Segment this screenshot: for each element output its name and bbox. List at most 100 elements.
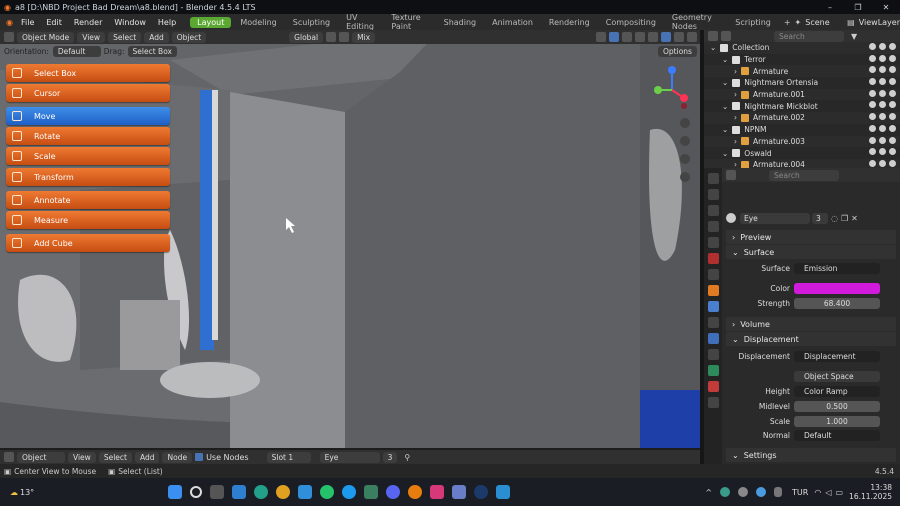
tool-transform[interactable]: Transform [6, 168, 170, 186]
collection-tab-icon[interactable] [707, 269, 719, 280]
height-node-field[interactable]: Color Ramp [794, 386, 880, 397]
object-tab-icon[interactable] [707, 285, 719, 296]
menu-help[interactable]: Help [152, 18, 182, 27]
expand-chevron-icon[interactable]: ⌄ [722, 102, 728, 111]
physics-tab-icon[interactable] [707, 333, 719, 344]
eye-icon[interactable] [879, 136, 886, 144]
properties-editor-icon[interactable] [726, 170, 736, 180]
strength-field[interactable]: 68.400 [794, 298, 880, 309]
camera-icon[interactable] [889, 78, 896, 86]
tool-select-box[interactable]: Select Box [6, 64, 170, 82]
outliner-row[interactable]: › Armature.003 [704, 135, 900, 148]
view-layer-selector[interactable]: ViewLayer [859, 18, 900, 27]
particles-tab-icon[interactable] [707, 317, 719, 328]
node-menu-add[interactable]: Add [134, 451, 160, 463]
surface-shader-field[interactable]: Emission [794, 263, 880, 274]
modifier-tab-icon[interactable] [707, 301, 719, 312]
camera-icon[interactable] [889, 101, 896, 109]
shader-type-selector[interactable]: Object [17, 451, 65, 463]
checkbox-icon[interactable] [869, 101, 876, 109]
visibility-icon[interactable] [596, 32, 606, 42]
minimize-button[interactable]: – [816, 3, 844, 12]
slot-selector[interactable]: Slot 1 [266, 451, 311, 463]
discord-icon[interactable] [386, 485, 401, 499]
expand-chevron-icon[interactable]: › [734, 67, 737, 76]
checkbox-icon[interactable] [869, 78, 876, 86]
checkbox-icon[interactable] [869, 124, 876, 132]
checkbox-icon[interactable] [869, 148, 876, 156]
proportional-edit-selector[interactable]: Mix [352, 31, 376, 43]
whatsapp-icon[interactable] [320, 485, 335, 499]
options-button[interactable]: Options [658, 46, 697, 57]
shading-material-icon[interactable] [674, 32, 684, 42]
expand-chevron-icon[interactable]: ⌄ [722, 78, 728, 87]
tray-mic-icon[interactable] [774, 487, 783, 497]
task-view-icon[interactable] [210, 485, 225, 499]
expand-chevron-icon[interactable]: › [734, 113, 737, 122]
outliner-editor-icon[interactable] [708, 31, 718, 41]
shading-rendered-icon[interactable] [687, 32, 697, 42]
node-material-field[interactable]: Eye [319, 451, 380, 463]
surface-section[interactable]: ⌄ Surface [726, 245, 896, 259]
camera-icon[interactable] [680, 154, 690, 164]
camera-icon[interactable] [889, 124, 896, 132]
mode-selector[interactable]: Object Mode [17, 31, 75, 43]
scene-selector[interactable]: Scene [805, 18, 843, 27]
output-tab-icon[interactable] [707, 205, 719, 216]
filter-icon[interactable] [721, 31, 731, 41]
tab-compositing[interactable]: Compositing [599, 17, 663, 28]
node-menu-view[interactable]: View [68, 451, 96, 463]
outliner-row[interactable]: ⌄ NPNM [704, 124, 900, 136]
volume-icon[interactable]: ◁ [825, 488, 831, 497]
eye-icon[interactable] [879, 113, 886, 121]
xray-icon[interactable] [635, 32, 645, 42]
tray-app2-icon[interactable] [738, 487, 749, 497]
blender-taskbar-icon[interactable] [408, 485, 423, 499]
gizmo-icon[interactable] [609, 32, 619, 42]
camera-icon[interactable] [889, 136, 896, 144]
camera-icon[interactable] [889, 66, 896, 74]
fake-user-icon[interactable]: ◌ [831, 214, 838, 223]
tab-layout[interactable]: Layout [190, 16, 232, 28]
outliner-row[interactable]: › Armature [704, 65, 900, 78]
input-language[interactable]: TUR [792, 488, 808, 497]
camera-icon[interactable] [889, 89, 896, 97]
eye-icon[interactable] [879, 66, 886, 74]
material-name-field[interactable]: Eye [740, 212, 810, 224]
volume-section[interactable]: › Volume [726, 317, 896, 331]
camera-icon[interactable] [889, 148, 896, 156]
app-icon[interactable] [364, 485, 379, 499]
world-tab-icon[interactable] [707, 253, 719, 264]
maximize-button[interactable]: ❐ [844, 3, 872, 12]
close-button[interactable]: ✕ [872, 3, 900, 12]
grid-icon[interactable] [680, 172, 690, 182]
tool-measure[interactable]: Measure [6, 211, 170, 229]
pan-hand-icon[interactable] [680, 136, 690, 146]
tab-rendering[interactable]: Rendering [542, 17, 597, 28]
camera-icon[interactable] [889, 54, 896, 62]
tool-add-cube[interactable]: Add Cube [6, 234, 170, 252]
space-selector[interactable]: Object Space [794, 371, 880, 382]
outliner-row[interactable]: ⌄ Oswald [704, 147, 900, 159]
color-swatch[interactable] [794, 283, 880, 294]
use-nodes-checkbox[interactable] [195, 453, 204, 461]
weather-icon[interactable]: ☁ [10, 488, 18, 497]
expand-chevron-icon[interactable]: › [734, 90, 737, 99]
eye-icon[interactable] [879, 124, 886, 132]
eye-icon[interactable] [879, 148, 886, 156]
clock[interactable]: 13:38 16.11.2025 [849, 483, 892, 501]
app3-icon[interactable] [496, 485, 511, 499]
constraints-tab-icon[interactable] [707, 349, 719, 360]
chrome-icon[interactable] [276, 485, 291, 499]
displacement-section[interactable]: ⌄ Displacement [726, 332, 896, 346]
menu-view[interactable]: View [77, 31, 106, 43]
node-menu-select[interactable]: Select [98, 451, 132, 463]
node-material-users[interactable]: 3 [382, 451, 398, 463]
outliner-search-input[interactable]: Search [774, 30, 844, 42]
tool-move[interactable]: Move [6, 107, 170, 125]
shading-wireframe-icon[interactable] [648, 32, 658, 42]
tool-rotate[interactable]: Rotate [6, 127, 170, 145]
explorer-icon[interactable] [298, 485, 313, 499]
expand-chevron-icon[interactable]: ⌄ [722, 55, 728, 64]
menu-object[interactable]: Object [171, 31, 207, 43]
